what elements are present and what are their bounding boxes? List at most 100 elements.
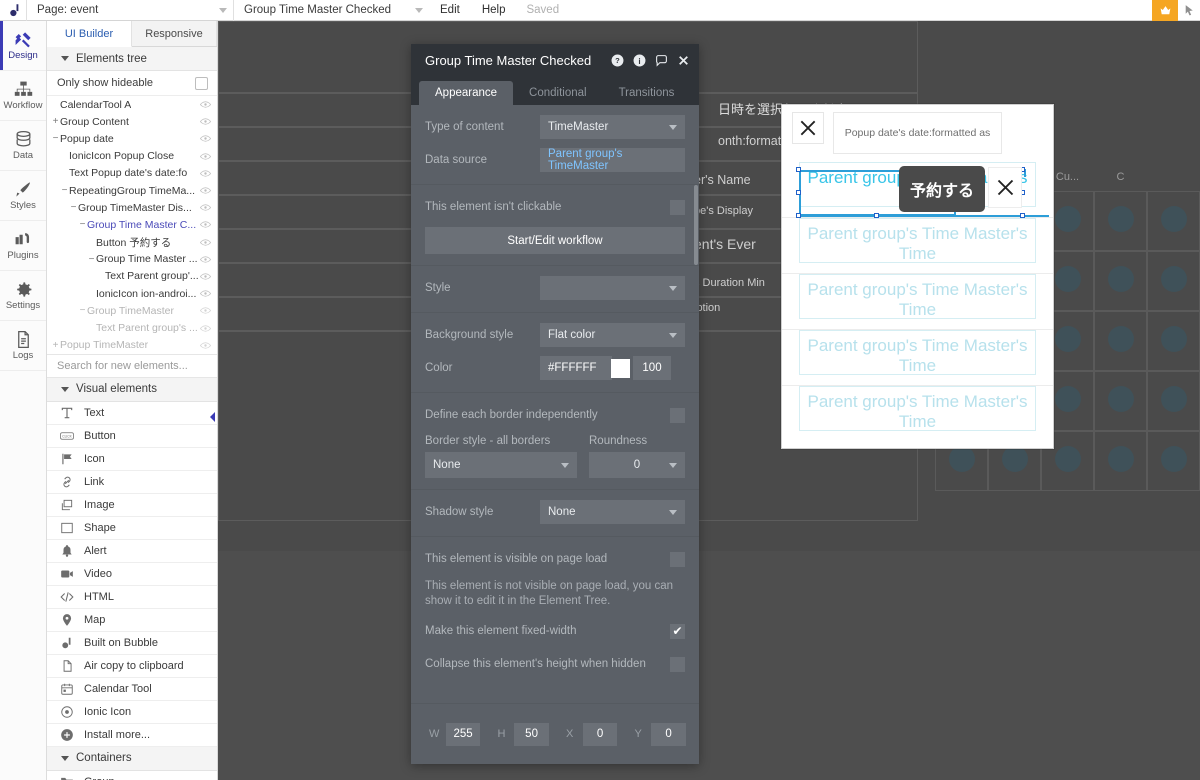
tree-toggle-icon[interactable]: + [51,116,60,127]
scrollbar-thumb[interactable] [694,185,698,265]
rail-item-logs[interactable]: Logs [0,321,46,371]
tab-conditional[interactable]: Conditional [513,81,603,105]
visual-element-item[interactable]: Video [47,563,217,586]
tree-node[interactable]: − RepeatingGroup TimeMa... [47,182,217,199]
panel-collapse-handle[interactable] [207,410,217,424]
rail-item-data[interactable]: Data [0,121,46,171]
visual-element-item[interactable]: Link [47,471,217,494]
page-selector[interactable]: Page: event [26,0,233,21]
eye-icon[interactable] [199,170,211,177]
resize-handle[interactable] [1020,213,1025,218]
tree-node[interactable]: − Group Time Master ... [47,251,217,268]
visual-element-item[interactable]: Image [47,494,217,517]
only-show-hideable-row[interactable]: Only show hideable [47,71,217,96]
tree-node[interactable]: CalendarTool A [47,96,217,113]
menu-edit[interactable]: Edit [429,0,471,21]
eye-icon[interactable] [199,204,211,211]
tab-appearance[interactable]: Appearance [419,81,514,105]
containers-header[interactable]: Containers [47,746,217,771]
define-borders-checkbox[interactable] [670,407,685,423]
tree-node[interactable]: Text Parent group'... [47,268,217,285]
tree-node[interactable]: − Popup date [47,130,217,147]
rail-item-design[interactable]: Design [0,21,46,71]
eye-icon[interactable] [199,153,211,160]
eye-icon[interactable] [199,290,211,297]
visual-element-item[interactable]: Install more... [47,724,217,747]
eye-icon[interactable] [199,273,211,280]
tree-node[interactable]: Text Popup date's date:fo [47,165,217,182]
geometry-value-y[interactable]: 0 [651,722,686,746]
rail-item-settings[interactable]: Settings [0,271,46,321]
button-yoyaku[interactable]: 予約する [899,166,985,212]
color-hex-input[interactable]: #FFFFFF [540,356,612,380]
roundness-select[interactable]: 0 [589,452,685,478]
color-swatch[interactable] [611,358,630,378]
tree-node[interactable]: + Group Content [47,113,217,130]
not-clickable-checkbox[interactable] [670,199,685,215]
tab-ui-builder[interactable]: UI Builder [47,21,132,47]
comment-icon[interactable] [655,54,668,67]
resize-handle[interactable] [796,190,801,195]
tree-node[interactable]: Text Parent group's ... [47,319,217,336]
visual-element-item[interactable]: HTML [47,586,217,609]
eye-icon[interactable] [199,307,211,314]
geometry-value-x[interactable]: 0 [582,722,618,746]
eye-icon[interactable] [199,256,211,263]
eye-icon[interactable] [199,118,211,125]
close-x-icon[interactable] [792,112,824,144]
collapse-height-checkbox[interactable] [670,656,685,672]
close-icon[interactable] [677,54,690,67]
canvas-popup-date[interactable]: Popup date's date:formatted as Parent gr… [781,104,1054,449]
elements-tree-header[interactable]: Elements tree [47,47,217,71]
popup-time-row[interactable]: Parent group's Time Master's Time [799,386,1036,431]
tree-node[interactable]: − Group TimeMaster [47,302,217,319]
visual-element-item[interactable]: Map [47,609,217,632]
resize-handle[interactable] [874,213,879,218]
visual-element-item[interactable]: Ionic Icon [47,701,217,724]
menu-help[interactable]: Help [471,0,517,21]
visual-element-item[interactable]: CLICK Button [47,425,217,448]
tree-toggle-icon[interactable]: − [78,219,87,230]
tree-toggle-icon[interactable]: − [87,254,96,265]
rail-item-plugins[interactable]: Plugins [0,221,46,271]
eye-icon[interactable] [199,221,211,229]
popup-time-row[interactable]: Parent group's Time Master's Time [799,274,1036,319]
rail-item-styles[interactable]: Styles [0,171,46,221]
geometry-value-h[interactable]: 50 [514,722,549,746]
design-canvas[interactable]: 日時を選択してください onth:formatted as 202 er's N… [218,21,1200,780]
ionic-close-x-icon[interactable] [988,167,1022,208]
tree-toggle-icon[interactable]: − [69,202,78,213]
tree-node[interactable]: IonicIcon Popup Close [47,148,217,165]
border-style-select[interactable]: None [425,452,577,478]
fixed-width-checkbox[interactable]: ✔ [670,623,685,639]
color-opacity-input[interactable]: 100 [633,356,671,380]
tree-node[interactable]: − Group Time Master C... [47,216,217,233]
visual-element-item[interactable]: Calendar Tool [47,678,217,701]
tab-responsive[interactable]: Responsive [132,21,217,46]
search-new-elements-input[interactable]: Search for new elements... [47,353,217,378]
help-icon[interactable]: ? [611,54,624,67]
only-show-hideable-checkbox[interactable] [195,76,208,90]
visual-element-item[interactable]: Shape [47,517,217,540]
eye-icon[interactable] [199,101,211,108]
popup-time-row[interactable]: Parent group's Time Master's Time [799,218,1036,263]
eye-icon[interactable] [199,324,211,332]
visual-element-item[interactable]: Alert [47,540,217,563]
eye-icon[interactable] [199,238,211,246]
visual-element-item[interactable]: Air copy to clipboard [47,655,217,678]
eye-icon[interactable] [199,135,211,143]
data-source-field[interactable]: Parent group's TimeMaster [540,148,685,172]
popup-time-row[interactable]: Parent group's Time Master's Time [799,330,1036,375]
tree-node[interactable]: − Group TimeMaster Dis... [47,199,217,216]
info-icon[interactable]: i [633,54,646,67]
eye-icon[interactable] [199,342,211,349]
geometry-value-w[interactable]: 255 [445,722,481,746]
visual-element-item[interactable]: Icon [47,448,217,471]
tree-toggle-icon[interactable]: − [78,305,87,316]
tab-transitions[interactable]: Transitions [603,81,691,105]
visual-elements-header[interactable]: Visual elements [47,377,217,402]
tree-node[interactable]: + Popup TimeMaster [47,337,217,354]
tree-toggle-icon[interactable]: − [60,185,69,196]
type-of-content-select[interactable]: TimeMaster [540,115,685,139]
visual-element-item[interactable]: Text [47,402,217,425]
